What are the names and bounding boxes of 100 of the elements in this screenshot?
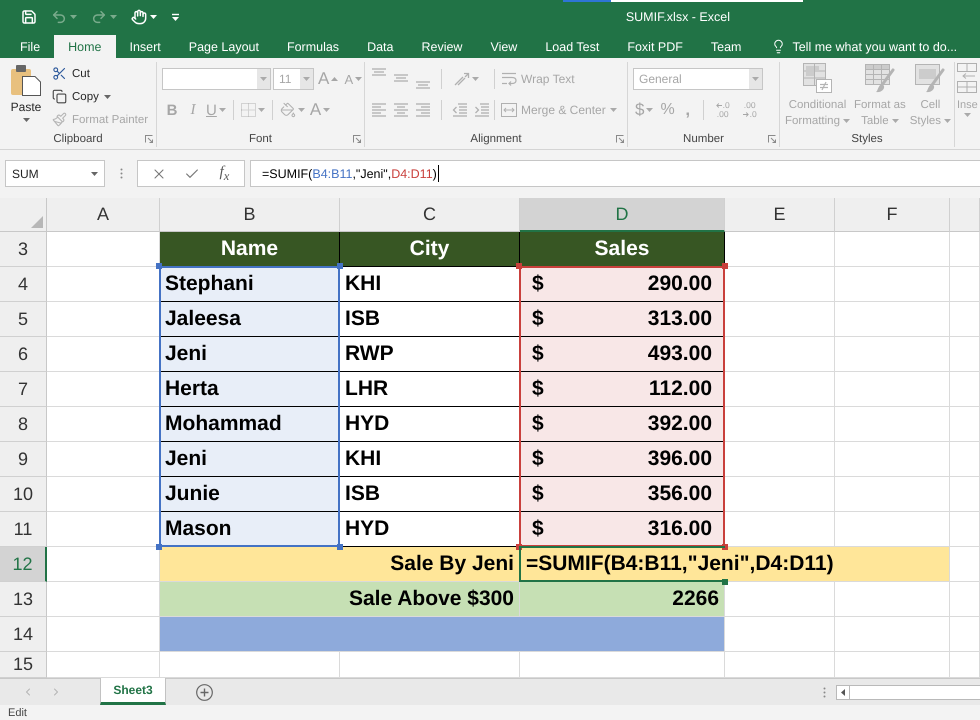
row-header[interactable]: 4 <box>0 267 47 302</box>
paste-button[interactable]: Paste <box>6 62 46 122</box>
row-header[interactable]: 11 <box>0 512 47 547</box>
hand-icon <box>131 8 147 24</box>
ribbon-tab[interactable]: Review <box>407 35 476 58</box>
conditional-formatting-icon <box>802 63 832 93</box>
amount-text: 316.00 <box>648 517 712 541</box>
summary-value-cell: 2266 <box>520 582 725 617</box>
table-cell: Jeni <box>160 337 340 372</box>
dialog-launcher-icon[interactable] <box>353 134 361 142</box>
dialog-launcher-icon[interactable] <box>768 134 776 142</box>
range-handle-icon[interactable] <box>156 544 162 550</box>
undo-icon <box>51 8 67 24</box>
text-orientation-icon <box>454 72 470 86</box>
row-header[interactable]: 13 <box>0 582 47 617</box>
fill-handle-icon[interactable] <box>722 579 728 585</box>
paint-bucket-icon <box>280 102 296 118</box>
row-header[interactable]: 10 <box>0 477 47 512</box>
ribbon-tab[interactable]: Insert <box>116 35 175 58</box>
caret-icon <box>298 108 305 112</box>
formula-input[interactable]: =SUMIF(B4:B11,"Jeni",D4:D11) <box>250 160 980 187</box>
caret-icon <box>646 108 654 112</box>
row-header[interactable]: 14 <box>0 617 47 652</box>
caret-icon <box>218 108 226 112</box>
column-header[interactable]: C <box>340 198 520 232</box>
group-label: Styles <box>851 132 883 144</box>
cell-editor[interactable]: =SUMIF(B4:B11,"Jeni",D4:D11) <box>520 547 950 582</box>
table-header-cell: City <box>340 232 520 267</box>
range-handle-icon[interactable] <box>337 263 343 269</box>
column-header[interactable]: A <box>47 198 160 232</box>
wrap-text-icon <box>501 72 517 86</box>
caret-icon <box>610 108 617 112</box>
sheet-tab[interactable]: Sheet3 <box>100 678 166 705</box>
grip-dots-icon <box>120 168 122 179</box>
scroll-left-arrow-icon[interactable] <box>841 688 845 696</box>
dialog-launcher-icon[interactable] <box>616 134 624 142</box>
caret-icon <box>303 77 310 81</box>
range-handle-icon[interactable] <box>722 263 728 269</box>
amount-text: 290.00 <box>648 272 712 296</box>
copy-button[interactable]: Copy <box>50 85 150 108</box>
summary-label-cell: Sale Above $300 <box>160 582 520 617</box>
ribbon-tab[interactable]: File <box>6 35 54 58</box>
column-header[interactable]: F <box>835 198 950 232</box>
caret-up-icon <box>331 77 338 81</box>
tell-me-search[interactable]: Tell me what you want to do... <box>769 35 960 58</box>
row-header[interactable]: 9 <box>0 442 47 477</box>
currency-symbol: $ <box>532 517 544 541</box>
ribbon-tab[interactable]: Team <box>696 35 756 58</box>
text-cursor <box>438 165 439 182</box>
ribbon-tab[interactable]: Data <box>353 35 408 58</box>
format-as-table-icon <box>864 63 895 93</box>
triangle-icon <box>31 216 43 228</box>
insert-function-button[interactable]: f$_{x}$ <box>218 164 232 184</box>
ribbon-tab[interactable]: View <box>476 35 532 58</box>
table-cell: Jeni <box>160 442 340 477</box>
column-header[interactable] <box>950 198 980 232</box>
cell-styles-icon <box>915 63 946 93</box>
name-box[interactable]: SUM <box>5 160 105 187</box>
column-header[interactable]: E <box>725 198 835 232</box>
ribbon-tab[interactable]: Home <box>54 35 116 58</box>
group-label: Clipboard <box>53 132 103 144</box>
caret-icon <box>110 14 117 18</box>
currency-symbol: $ <box>532 447 544 471</box>
row-header[interactable]: 8 <box>0 407 47 442</box>
copy-icon <box>52 89 67 104</box>
customize-icon <box>171 12 180 20</box>
row-header[interactable]: 3 <box>0 232 47 267</box>
group-label: Number <box>683 132 724 144</box>
clipboard-icon <box>10 65 42 96</box>
ribbon-tab[interactable]: Formulas <box>272 35 354 58</box>
range-handle-icon[interactable] <box>516 263 522 269</box>
row-header[interactable]: 15 <box>0 652 47 678</box>
row-header[interactable]: 6 <box>0 337 47 372</box>
group-label: Alignment <box>470 132 522 144</box>
caret-icon <box>22 118 30 122</box>
status-text: Edit <box>8 706 27 718</box>
group-label: Font <box>248 132 272 144</box>
ribbon-tab[interactable]: Page Layout <box>174 35 273 58</box>
cut-button[interactable]: Cut <box>50 62 150 85</box>
currency-symbol: $ <box>532 482 544 506</box>
arrow-left-icon <box>716 103 722 108</box>
range-handle-icon[interactable] <box>337 544 343 550</box>
borders-icon <box>240 103 256 117</box>
save-icon <box>21 8 37 24</box>
ribbon-tab[interactable]: Load Test <box>531 35 614 58</box>
select-all-button[interactable] <box>0 198 47 232</box>
ribbon-tab[interactable]: Foxit PDF <box>613 35 697 58</box>
column-header[interactable]: D <box>520 198 725 232</box>
horizontal-scrollbar[interactable] <box>836 684 980 700</box>
row-header[interactable]: 12 <box>0 547 47 582</box>
add-sheet-icon[interactable] <box>196 684 213 700</box>
range-handle-icon[interactable] <box>156 263 162 269</box>
caret-icon <box>752 77 759 81</box>
amount-text: 392.00 <box>648 412 712 436</box>
row-header[interactable]: 5 <box>0 302 47 337</box>
caret-icon <box>150 14 157 18</box>
caret-icon <box>842 119 850 123</box>
column-header[interactable]: B <box>160 198 340 232</box>
dialog-launcher-icon[interactable] <box>145 134 153 142</box>
row-header[interactable]: 7 <box>0 372 47 407</box>
